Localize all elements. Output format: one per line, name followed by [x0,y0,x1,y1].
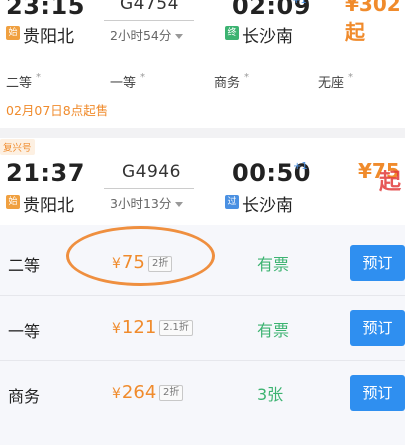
discount-tag: 2.1折 [159,320,193,336]
origin-badge: 始 [6,195,20,209]
seat-name: 商务 [8,387,41,406]
book-button[interactable]: 预订 [350,245,405,281]
seat-mark: * [36,72,42,83]
seat-type-second: 二等 * [6,72,41,91]
fuxing-tag: 复兴号 [0,139,35,155]
seat-name: 二等 [8,256,41,275]
book-button[interactable]: 预订 [350,375,405,411]
seat-type-standing: 无座 * [318,72,353,91]
seat-mark: * [140,72,146,83]
currency-symbol: ¥ [112,386,121,402]
card-separator [0,128,405,138]
arrive-station: 长沙南 [242,196,293,216]
duration-toggle[interactable]: 3小时13分 [110,193,184,212]
seat-name: 一等 [110,76,137,91]
discount-tag: 2折 [159,385,184,401]
depart-time: 21:37 [6,159,85,187]
duration-text: 3小时13分 [110,196,172,211]
currency-symbol: ¥ [112,321,121,337]
seat-mark: * [244,72,250,83]
price-value: 121 [121,317,157,338]
seat-price: ¥121 [112,317,156,338]
sale-start-note: 02月07日8点起售 [6,103,109,118]
arrive-station: 长沙南 [242,27,293,47]
train-card-g4754[interactable]: 23:15 G4754 02:09 +1 ¥302起 始 贵阳北 2小时54分 … [0,0,405,128]
duration-divider [104,20,194,21]
seat-mark: * [348,72,354,83]
book-button[interactable]: 预订 [350,310,405,346]
day-offset: +1 [293,161,308,172]
highlight-circle [66,226,215,286]
pass-through-badge: 过 [225,195,239,209]
ticket-availability: 3张 [257,385,284,404]
day-offset: +1 [292,0,307,6]
row-divider [0,295,405,296]
row-divider [0,360,405,361]
seat-name: 二等 [6,76,33,91]
ticket-availability: 有票 [257,321,290,340]
seat-type-business: 商务 * [214,72,249,91]
duration-divider [104,188,194,189]
terminal-badge: 终 [225,26,239,40]
seat-name: 一等 [8,322,41,341]
seat-type-first: 一等 * [110,72,145,91]
depart-station: 贵阳北 [23,196,74,216]
train-number: G4754 [120,0,179,14]
depart-station: 贵阳北 [23,27,74,47]
price-value: 264 [121,382,157,403]
origin-badge: 始 [6,26,20,40]
duration-toggle[interactable]: 2小时54分 [110,25,184,44]
ticket-availability: 有票 [257,255,290,274]
train-number: G4946 [122,162,181,182]
duration-text: 2小时54分 [110,28,172,43]
depart-time: 23:15 [6,0,85,20]
seat-price: ¥264 [112,382,156,403]
chevron-down-icon [175,202,184,207]
seat-name: 商务 [214,76,241,91]
seat-name: 无座 [318,76,345,91]
price-suffix: 起 [379,170,402,195]
chevron-down-icon [175,34,184,39]
lowest-price: ¥302起 [345,0,401,44]
